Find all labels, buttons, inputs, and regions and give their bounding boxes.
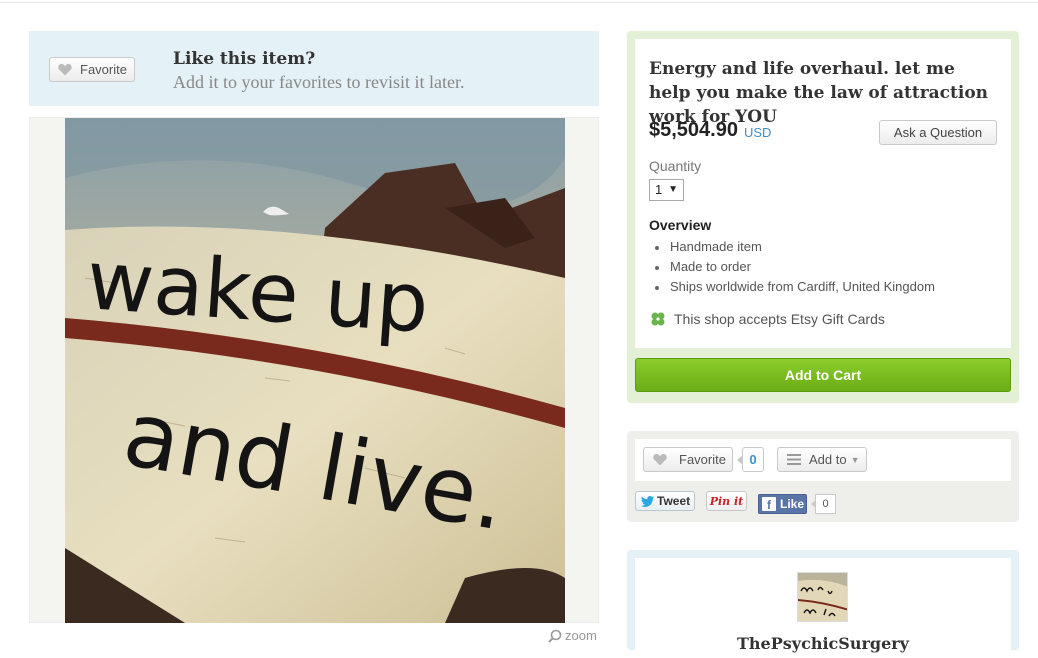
tweet-button[interactable]: Tweet bbox=[635, 491, 695, 511]
pin-it-button[interactable]: Pin it bbox=[706, 491, 747, 511]
item-currency[interactable]: USD bbox=[744, 125, 771, 140]
listing-image[interactable]: wake up and live. bbox=[65, 118, 565, 623]
quantity-value: 1 bbox=[655, 182, 663, 197]
like-label: Like bbox=[780, 497, 805, 511]
tweet-label: Tweet bbox=[657, 494, 691, 508]
quantity-select[interactable]: 1 ▼ bbox=[649, 179, 684, 201]
overview-item: Handmade item bbox=[649, 237, 935, 257]
social-inner: Favorite 0 Add to ▼ bbox=[635, 439, 1011, 481]
shop-box: ThePsychicSurgery bbox=[627, 550, 1019, 658]
banner-title: Like this item? bbox=[173, 49, 316, 69]
add-to-button[interactable]: Add to ▼ bbox=[777, 447, 867, 472]
listing-image-frame: wake up and live. bbox=[29, 117, 599, 623]
dropdown-arrow-icon: ▼ bbox=[668, 184, 678, 195]
magnifier-icon bbox=[548, 629, 562, 643]
ask-question-button[interactable]: Ask a Question bbox=[879, 120, 997, 145]
add-to-cart-button[interactable]: Add to Cart bbox=[635, 358, 1011, 392]
hamburger-icon bbox=[787, 454, 801, 465]
add-to-label: Add to bbox=[809, 452, 847, 467]
overview-item: Ships worldwide from Cardiff, United Kin… bbox=[649, 277, 935, 297]
buy-box: Energy and life overhaul. let me help yo… bbox=[627, 31, 1019, 403]
quantity-label: Quantity bbox=[649, 158, 702, 174]
top-divider bbox=[0, 0, 1038, 3]
shop-name[interactable]: ThePsychicSurgery bbox=[635, 634, 1011, 653]
clover-icon bbox=[651, 312, 665, 326]
favorite-banner: Favorite Like this item? Add it to your … bbox=[29, 31, 599, 106]
overview-item: Made to order bbox=[649, 257, 935, 277]
shop-inner: ThePsychicSurgery bbox=[635, 558, 1011, 658]
shop-avatar[interactable] bbox=[797, 572, 848, 622]
favorite-button[interactable]: Favorite bbox=[49, 57, 135, 82]
gift-card-text: This shop accepts Etsy Gift Cards bbox=[674, 311, 885, 327]
chevron-down-icon: ▼ bbox=[850, 454, 860, 465]
like-count: 0 bbox=[811, 494, 836, 514]
zoom-label: zoom bbox=[565, 628, 597, 643]
facebook-f-icon: f bbox=[762, 497, 776, 511]
social-box: Favorite 0 Add to ▼ Tweet Pin it f Like … bbox=[627, 431, 1019, 522]
favorite-count: 0 bbox=[737, 447, 764, 472]
favorite-button-label: Favorite bbox=[80, 62, 127, 77]
heart-icon bbox=[58, 63, 72, 76]
overview-title: Overview bbox=[649, 217, 712, 233]
overview-list: Handmade item Made to order Ships worldw… bbox=[649, 237, 935, 297]
item-price: $5,504.90 bbox=[649, 119, 738, 141]
facebook-like-button[interactable]: f Like bbox=[758, 494, 807, 514]
zoom-link[interactable]: zoom bbox=[548, 628, 597, 643]
banner-subtitle: Add it to your favorites to revisit it l… bbox=[173, 72, 465, 92]
favorite-secondary-label: Favorite bbox=[679, 452, 726, 467]
buy-box-inner: Energy and life overhaul. let me help yo… bbox=[635, 39, 1011, 348]
heart-icon bbox=[653, 453, 667, 466]
gift-card-notice: This shop accepts Etsy Gift Cards bbox=[649, 311, 885, 327]
favorite-button-secondary[interactable]: Favorite bbox=[643, 447, 733, 472]
twitter-bird-icon bbox=[641, 495, 654, 507]
